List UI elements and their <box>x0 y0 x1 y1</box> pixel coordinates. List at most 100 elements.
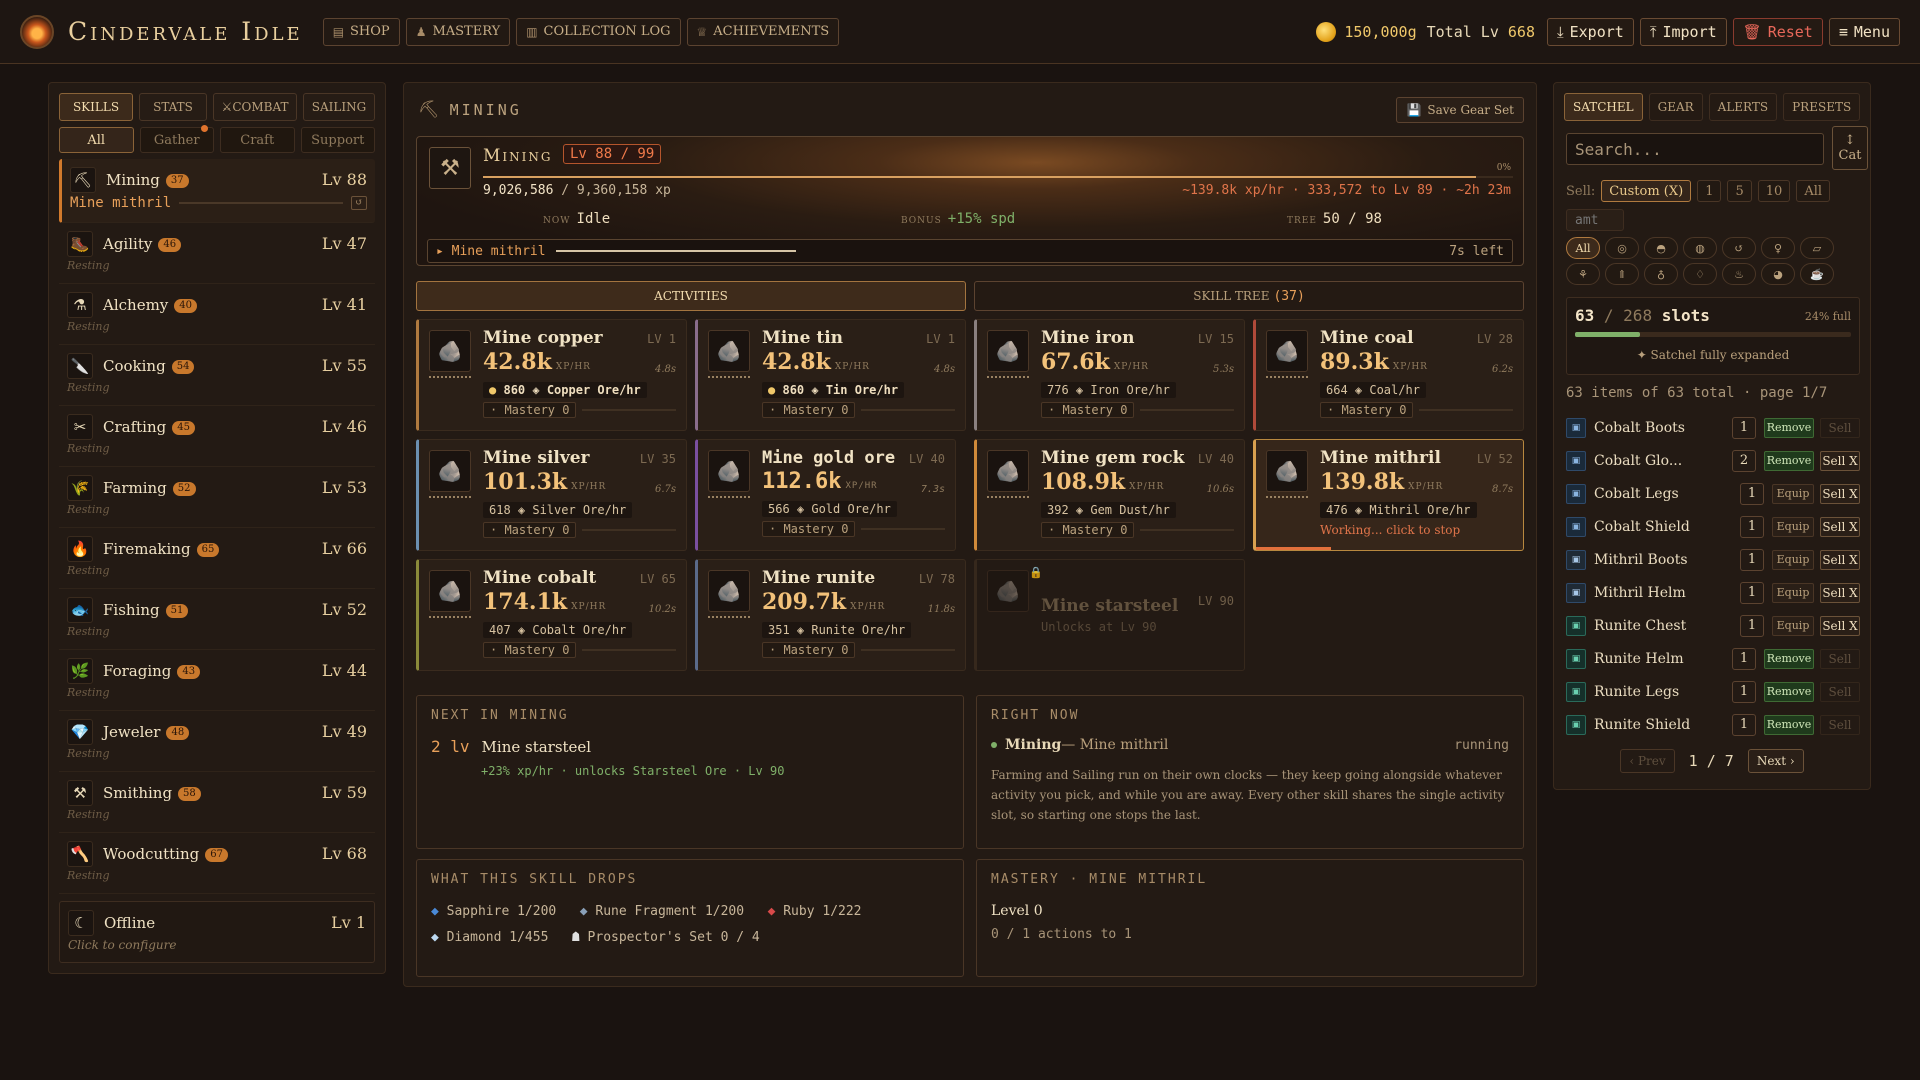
list-item[interactable]: ▣ Cobalt Shield 1 Equip Sell X <box>1566 510 1860 543</box>
tab-satchel[interactable]: SATCHEL <box>1564 93 1643 121</box>
nav-achievements-button[interactable]: ♕ ACHIEVEMENTS <box>686 17 840 46</box>
sell-button[interactable]: Sell <box>1820 714 1860 735</box>
filter-ring-icon[interactable]: ♀ <box>1761 237 1795 259</box>
sell-button[interactable]: Sell X <box>1820 615 1860 636</box>
next-page-button[interactable]: Next › <box>1747 749 1804 773</box>
skill-item-woodcutting[interactable]: 🪓 Woodcutting 67 Lv 68 Resting <box>59 833 375 894</box>
sell-button[interactable]: Sell X <box>1820 450 1860 471</box>
tab-combat[interactable]: ⚔ COMBAT <box>213 93 297 121</box>
filter-bar-icon[interactable]: ▱ <box>1800 237 1834 259</box>
sell-10-button[interactable]: 10 <box>1757 180 1791 202</box>
nav-shop-button[interactable]: ▤ SHOP <box>322 17 400 46</box>
list-item[interactable]: ▣ Mithril Boots 1 Equip Sell X <box>1566 543 1860 576</box>
filter-gather[interactable]: Gather <box>139 125 214 153</box>
tab-gear[interactable]: GEAR <box>1648 93 1703 121</box>
export-button[interactable]: ⤓ Export <box>1546 17 1634 46</box>
remove-button[interactable]: Remove <box>1764 417 1814 438</box>
equip-button[interactable]: Equip <box>1772 615 1814 636</box>
filter-loop-icon[interactable]: ↺ <box>1722 237 1756 259</box>
skill-item-mining[interactable]: ⛏ Mining 37 Lv 88 Mine mithril ↺ <box>59 159 375 223</box>
menu-button[interactable]: ≡ Menu <box>1828 17 1900 46</box>
filter-support[interactable]: Support <box>300 127 375 153</box>
tab-alerts[interactable]: ALERTS <box>1708 93 1778 121</box>
tab-activities[interactable]: ACTIVITIES <box>416 281 966 311</box>
equip-button[interactable]: Equip <box>1772 483 1814 504</box>
activity-card[interactable]: 🪨 Mine mithril LV 52 139.8k XP/HR 8.7s 476 ◈ M… <box>1253 439 1524 551</box>
equip-button[interactable]: Equip <box>1772 549 1814 570</box>
nav-collection-log-button[interactable]: ▥ COLLECTION LOG <box>516 17 681 46</box>
filter-bowl-icon[interactable]: ☕ <box>1800 263 1834 285</box>
activity-card[interactable]: 🪨 Mine gold ore LV 40 112.6k XP/HR 7.3s 566 ◈ … <box>695 439 956 551</box>
skill-item-agility[interactable]: 🥾 Agility 46 Lv 47 Resting <box>59 223 375 284</box>
remove-button[interactable]: Remove <box>1764 714 1814 735</box>
list-item[interactable]: ▣ Cobalt Glo... 2 Remove Sell X <box>1566 444 1860 477</box>
activity-card[interactable]: 🪨 Mine copper LV 1 42.8k XP/HR 4.8s ● 860 ◈ Co… <box>416 319 687 431</box>
activity-card[interactable]: 🪨 Mine cobalt LV 65 174.1k XP/HR 10.2s 407 ◈ C… <box>416 559 687 671</box>
filter-arrow-icon[interactable]: ⇑ <box>1605 263 1639 285</box>
sell-5-button[interactable]: 5 <box>1727 180 1752 202</box>
filter-fire-icon[interactable]: ♨ <box>1722 263 1756 285</box>
sell-button[interactable]: Sell X <box>1820 516 1860 537</box>
filter-gem-icon[interactable]: ♢ <box>1683 263 1717 285</box>
activity-card[interactable]: 🪨 Mine runite LV 78 209.7k XP/HR 11.8s 351 ◈ R… <box>695 559 966 671</box>
skill-item-cooking[interactable]: 🔪 Cooking 54 Lv 55 Resting <box>59 345 375 406</box>
tab-skill-tree[interactable]: SKILL TREE (37) <box>974 281 1524 311</box>
filter-all-items[interactable]: All <box>1566 237 1600 259</box>
equip-button[interactable]: Equip <box>1772 582 1814 603</box>
activity-card[interactable]: 🪨 Mine gem rock LV 40 108.9k XP/HR 10.6s 392 ◈… <box>974 439 1245 551</box>
filter-potion-icon[interactable]: ♁ <box>1644 263 1678 285</box>
remove-button[interactable]: Remove <box>1764 450 1814 471</box>
offline-item[interactable]: ☾ Offline Lv 1 Click to configure <box>59 901 375 963</box>
skill-item-firemaking[interactable]: 🔥 Firemaking 65 Lv 66 Resting <box>59 528 375 589</box>
tab-presets[interactable]: PRESETS <box>1783 93 1861 121</box>
filter-all[interactable]: All <box>59 127 134 153</box>
sell-all-button[interactable]: All <box>1796 180 1831 202</box>
save-gear-button[interactable]: 💾 Save Gear Set <box>1396 97 1524 123</box>
activity-card[interactable]: 🪨 Mine iron LV 15 67.6k XP/HR 5.3s 776 ◈ Iron … <box>974 319 1245 431</box>
sell-button[interactable]: Sell X <box>1820 549 1860 570</box>
sell-button[interactable]: Sell X <box>1820 582 1860 603</box>
import-button[interactable]: ⤒ Import <box>1639 17 1727 46</box>
tab-sailing[interactable]: SAILING <box>303 93 375 121</box>
sell-button[interactable]: Sell X <box>1820 483 1860 504</box>
search-input[interactable] <box>1566 133 1824 165</box>
filter-herb-icon[interactable]: ⚘ <box>1566 263 1600 285</box>
remove-button[interactable]: Remove <box>1764 648 1814 669</box>
list-item[interactable]: ▣ Cobalt Boots 1 Remove Sell <box>1566 411 1860 444</box>
filter-helm-icon[interactable]: ◓ <box>1644 237 1678 259</box>
skill-item-jeweler[interactable]: 💎 Jeweler 48 Lv 49 Resting <box>59 711 375 772</box>
filter-ore-icon[interactable]: ◍ <box>1683 237 1717 259</box>
cycle-icon[interactable]: ↺ <box>351 196 367 210</box>
sell-1-button[interactable]: 1 <box>1697 180 1722 202</box>
equip-button[interactable]: Equip <box>1772 516 1814 537</box>
activity-card[interactable]: 🪨 Mine silver LV 35 101.3k XP/HR 6.7s 618 ◈ Si… <box>416 439 687 551</box>
skill-item-smithing[interactable]: ⚒ Smithing 58 Lv 59 Resting <box>59 772 375 833</box>
tab-stats[interactable]: STATS <box>139 93 207 121</box>
prev-page-button[interactable]: ‹ Prev <box>1620 749 1675 773</box>
list-item[interactable]: ▣ Runite Shield 1 Remove Sell <box>1566 708 1860 741</box>
remove-button[interactable]: Remove <box>1764 681 1814 702</box>
skill-item-foraging[interactable]: 🌿 Foraging 43 Lv 44 Resting <box>59 650 375 711</box>
skill-item-fishing[interactable]: 🐟 Fishing 51 Lv 52 Resting <box>59 589 375 650</box>
list-item[interactable]: ▣ Cobalt Legs 1 Equip Sell X <box>1566 477 1860 510</box>
activity-card[interactable]: 🪨 Mine coal LV 28 89.3k XP/HR 6.2s 664 ◈ Coal/… <box>1253 319 1524 431</box>
filter-coin-icon[interactable]: ◎ <box>1605 237 1639 259</box>
amount-input[interactable] <box>1566 209 1624 231</box>
skill-item-crafting[interactable]: ✂ Crafting 45 Lv 46 Resting <box>59 406 375 467</box>
list-item[interactable]: ▣ Runite Helm 1 Remove Sell <box>1566 642 1860 675</box>
filter-craft[interactable]: Craft <box>220 127 295 153</box>
skill-item-alchemy[interactable]: ⚗ Alchemy 40 Lv 41 Resting <box>59 284 375 345</box>
sell-button[interactable]: Sell <box>1820 681 1860 702</box>
tab-skills[interactable]: SKILLS <box>59 93 133 121</box>
skill-item-farming[interactable]: 🌾 Farming 52 Lv 53 Resting <box>59 467 375 528</box>
list-item[interactable]: ▣ Mithril Helm 1 Equip Sell X <box>1566 576 1860 609</box>
nav-mastery-button[interactable]: ♟ MASTERY <box>405 17 511 46</box>
sell-custom-button[interactable]: Custom (X) <box>1601 180 1692 202</box>
activity-card[interactable]: 🪨 Mine tin LV 1 42.8k XP/HR 4.8s ● 860 ◈ Tin O… <box>695 319 966 431</box>
sell-button[interactable]: Sell <box>1820 648 1860 669</box>
list-item[interactable]: ▣ Runite Chest 1 Equip Sell X <box>1566 609 1860 642</box>
list-item[interactable]: ▣ Runite Legs 1 Remove Sell <box>1566 675 1860 708</box>
sell-button[interactable]: Sell <box>1820 417 1860 438</box>
filter-drop-icon[interactable]: ◕ <box>1761 263 1795 285</box>
category-sort-button[interactable]: ↕ Cat <box>1832 126 1868 170</box>
